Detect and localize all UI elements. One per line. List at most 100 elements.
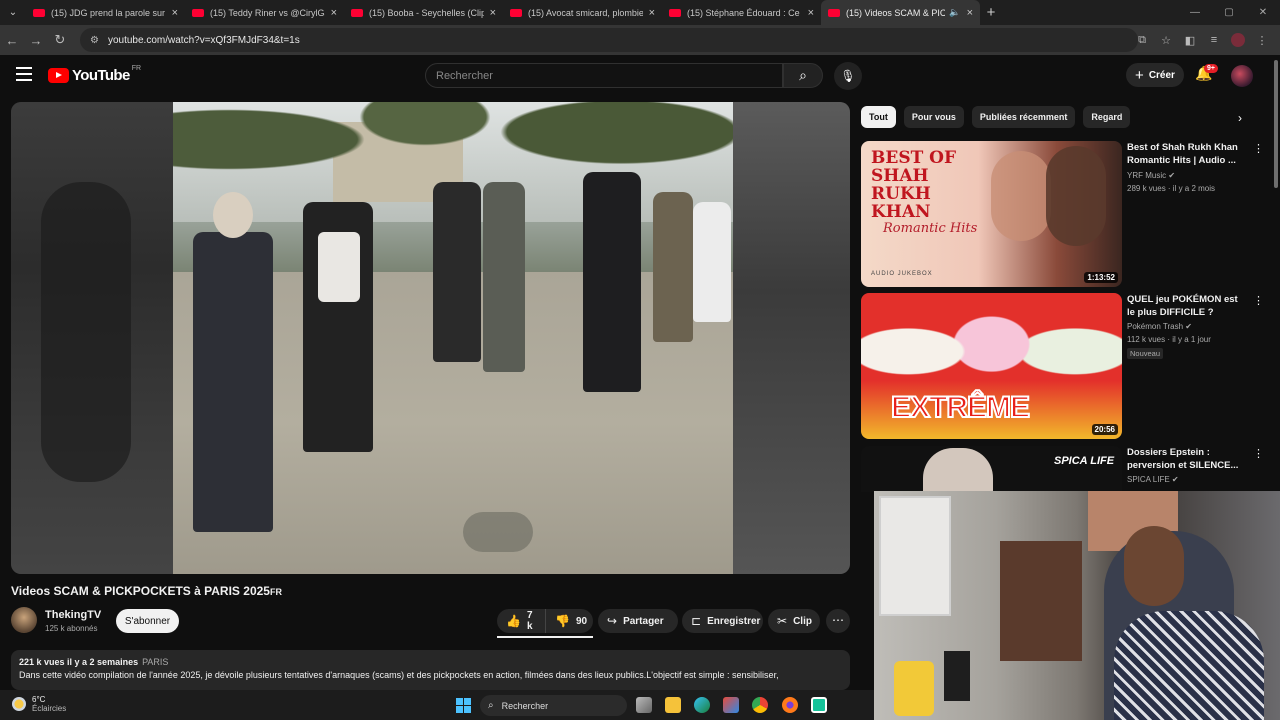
chip-regard[interactable]: Regard: [1083, 106, 1131, 128]
recommendation-item[interactable]: BEST OF SHAH RUKH KHAN Romantic Hits AUD…: [861, 141, 1264, 289]
subscribe-button[interactable]: S'abonner: [116, 609, 179, 633]
youtube-play-icon: [48, 68, 69, 83]
thumbnail[interactable]: SPICA LIFE: [861, 446, 1122, 492]
recommendation-title[interactable]: Dossiers Epstein : perversion et SILENCE…: [1127, 446, 1247, 472]
chip-tout[interactable]: Tout: [861, 106, 896, 128]
more-actions-icon[interactable]: ⋯: [826, 609, 850, 633]
new-tab-button[interactable]: +: [980, 4, 1002, 21]
chip-pour-vous[interactable]: Pour vous: [903, 106, 964, 128]
browser-menu-icon[interactable]: ⋮: [1250, 34, 1274, 47]
video-frame: [173, 102, 733, 574]
tab-close-icon[interactable]: ×: [967, 7, 973, 19]
share-button[interactable]: ↪ Partager: [598, 609, 678, 633]
account-avatar[interactable]: [1231, 65, 1253, 87]
browser-tab[interactable]: (15) Teddy Riner vs @CirylGane×: [185, 0, 344, 25]
tab-close-icon[interactable]: ×: [172, 7, 178, 19]
chrome-icon[interactable]: [752, 697, 768, 713]
recommendation-channel[interactable]: YRF Music ✔: [1127, 171, 1175, 180]
thumbs-up-icon: 👍: [506, 614, 521, 628]
verified-icon: ✔: [1185, 322, 1192, 331]
maximize-icon[interactable]: ▢: [1212, 7, 1246, 18]
like-button[interactable]: 👍 7 k: [497, 609, 545, 633]
tab-search-chevron-icon[interactable]: ⌄: [0, 0, 26, 25]
thumbs-down-icon: 👎: [555, 614, 570, 628]
youtube-favicon-icon: [192, 8, 204, 17]
recommendation-title[interactable]: Best of Shah Rukh Khan Romantic Hits | A…: [1127, 141, 1247, 167]
search-button[interactable]: ⌕: [783, 63, 823, 88]
channel-name[interactable]: ThekingTV: [45, 609, 101, 621]
description-text: Dans cette vidéo compilation de l'année …: [19, 670, 779, 680]
bookmark-star-icon[interactable]: ☆: [1154, 34, 1178, 47]
youtube-favicon-icon: [828, 8, 840, 17]
back-icon[interactable]: ←: [0, 33, 24, 48]
extensions-icon[interactable]: ◧: [1178, 34, 1202, 47]
chip-recent[interactable]: Publiées récemment: [971, 106, 1076, 128]
recommendation-item[interactable]: SPICA LIFE Dossiers Epstein : perversion…: [861, 446, 1264, 492]
browser-tab[interactable]: (15) Stéphane Édouard : Ce qui ×: [662, 0, 821, 25]
thumbnail[interactable]: BEST OF SHAH RUKH KHAN Romantic Hits AUD…: [861, 141, 1122, 287]
browser-tab[interactable]: (15) Avocat smicard, plombier à ×: [503, 0, 662, 25]
task-view-icon[interactable]: [636, 697, 652, 713]
browser-profile-avatar[interactable]: [1231, 33, 1245, 47]
tab-close-icon[interactable]: ×: [808, 7, 814, 19]
youtube-logo[interactable]: YouTube FR: [48, 65, 141, 84]
video-stats: 221 k vues il y a 2 semaines PARIS: [19, 657, 169, 667]
windows-start-icon[interactable]: [456, 698, 471, 713]
share-icon: ↪: [607, 614, 618, 628]
recommendation-meta: 112 k vues · il y a 1 jour: [1127, 335, 1211, 344]
tab-close-icon[interactable]: ×: [649, 7, 655, 19]
youtube-favicon-icon: [669, 8, 681, 17]
kebab-menu-icon[interactable]: ⋮: [1253, 447, 1264, 460]
speaker-icon[interactable]: 🔈: [949, 7, 960, 18]
dislike-button[interactable]: 👎 90: [545, 609, 593, 633]
close-window-icon[interactable]: ✕: [1246, 7, 1280, 18]
browser-tab-active[interactable]: (15) Videos SCAM & PICKPO🔈×: [821, 0, 980, 25]
create-button[interactable]: + Créer: [1126, 63, 1184, 87]
edge-icon[interactable]: [694, 697, 710, 713]
recommendation-channel[interactable]: Pokémon Trash ✔: [1127, 322, 1192, 331]
filter-chips: Tout Pour vous Publiées récemment Regard: [861, 106, 1138, 128]
taskbar-search[interactable]: ⌕ Rechercher: [480, 695, 627, 716]
tab-close-icon[interactable]: ×: [490, 7, 496, 19]
kebab-menu-icon[interactable]: ⋮: [1253, 294, 1264, 307]
youtube-favicon-icon: [33, 8, 45, 17]
browser-tab[interactable]: (15) JDG prend la parole sur la ×: [26, 0, 185, 25]
recommendation-channel[interactable]: SPICA LIFE ✔: [1127, 475, 1179, 484]
firefox-icon[interactable]: [782, 697, 798, 713]
media-control-icon[interactable]: ≡: [1202, 34, 1226, 46]
scissors-icon: ✂: [777, 614, 788, 628]
video-player[interactable]: [11, 102, 850, 574]
address-bar[interactable]: ⚙ youtube.com/watch?v=xQf3FMJdF34&t=1s: [80, 28, 1138, 52]
weather-widget[interactable]: 6°C Éclaircies: [12, 695, 66, 713]
tab-close-icon[interactable]: ×: [331, 7, 337, 19]
verified-icon: ✔: [1171, 475, 1179, 484]
file-explorer-icon[interactable]: [665, 697, 681, 713]
channel-avatar[interactable]: [11, 607, 37, 633]
chevron-right-icon[interactable]: ›: [1238, 111, 1242, 125]
weather-sun-icon: [12, 697, 26, 711]
voice-search-button[interactable]: 🎙: [834, 62, 862, 90]
hamburger-menu-icon[interactable]: [16, 67, 32, 81]
page-scrollbar[interactable]: [1274, 60, 1278, 188]
recommendation-title[interactable]: QUEL jeu POKÉMON est le plus DIFFICILE ?: [1127, 293, 1247, 319]
browser-toolbar: ← → ↻ ⚙ youtube.com/watch?v=xQf3FMJdF34&…: [0, 25, 1280, 55]
search-input[interactable]: Rechercher: [425, 63, 783, 88]
save-button[interactable]: ⊏ Enregistrer: [682, 609, 763, 633]
site-info-icon[interactable]: ⚙: [90, 35, 99, 46]
description-box[interactable]: 221 k vues il y a 2 semaines PARIS Dans c…: [11, 650, 850, 690]
recommendation-meta: 289 k vues · il y a 2 mois: [1127, 184, 1216, 193]
clip-button[interactable]: ✂ Clip: [768, 609, 820, 633]
search-icon: ⌕: [488, 700, 494, 711]
reload-icon[interactable]: ↻: [48, 32, 72, 48]
minimize-icon[interactable]: —: [1178, 7, 1212, 18]
install-app-icon[interactable]: ⧉: [1130, 34, 1154, 47]
kebab-menu-icon[interactable]: ⋮: [1253, 142, 1264, 155]
browser-tab[interactable]: (15) Booba - Seychelles (Clip Of×: [344, 0, 503, 25]
forward-icon[interactable]: →: [24, 33, 48, 48]
bookmark-icon: ⊏: [691, 614, 702, 628]
streaming-app-icon[interactable]: [811, 697, 827, 713]
store-icon[interactable]: [723, 697, 739, 713]
blurred-frame-edge: [733, 102, 850, 574]
recommendation-item[interactable]: EXTRÊME 20:56 QUEL jeu POKÉMON est le pl…: [861, 293, 1264, 441]
thumbnail[interactable]: EXTRÊME 20:56: [861, 293, 1122, 439]
